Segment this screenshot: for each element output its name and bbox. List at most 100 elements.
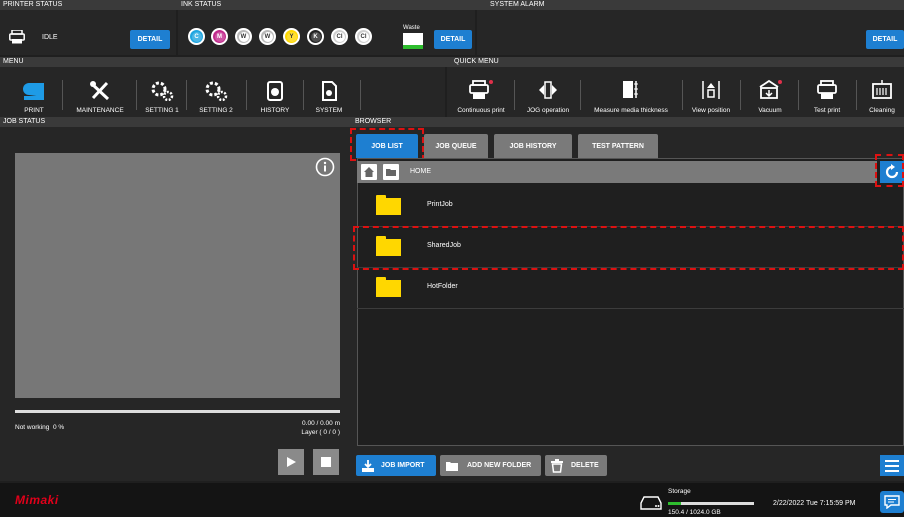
datetime: 2/22/2022 Tue 7:15:59 PM bbox=[773, 500, 856, 507]
play-icon bbox=[287, 457, 296, 467]
list-item-label: HotFolder bbox=[427, 283, 458, 290]
quick-item-label: JOG operation bbox=[526, 107, 570, 114]
ink-letter: C bbox=[191, 31, 202, 42]
menu-item-label: SYSTEM bbox=[315, 107, 343, 114]
open-folder-icon bbox=[386, 169, 396, 176]
quick-test-print[interactable]: Test print bbox=[802, 72, 852, 114]
storage-bar bbox=[668, 502, 754, 505]
chat-bubble-icon bbox=[884, 495, 900, 509]
system-alarm-panel bbox=[477, 10, 904, 55]
job-import-button[interactable]: JOB IMPORT bbox=[356, 455, 436, 476]
parent-folder-button[interactable] bbox=[383, 164, 399, 180]
storage-fill bbox=[668, 502, 681, 505]
menu-divider bbox=[303, 80, 304, 110]
quick-continuous-print[interactable]: Continuous print bbox=[449, 72, 513, 114]
add-new-folder-label: ADD NEW FOLDER bbox=[467, 462, 532, 469]
menu-item-label: SETTING 1 bbox=[145, 107, 179, 114]
quick-item-label: Vacuum bbox=[758, 107, 782, 114]
quick-item-label: Measure media thickness bbox=[594, 107, 668, 114]
gears-icon bbox=[205, 81, 228, 101]
browser-header bbox=[352, 117, 904, 127]
system-alarm-label: SYSTEM ALARM bbox=[490, 1, 545, 8]
ink-indicator-7: Cl bbox=[355, 28, 372, 45]
vacuum-icon bbox=[759, 79, 782, 99]
ink-letter: K bbox=[310, 31, 321, 42]
mimaki-logo: Mimaki bbox=[15, 493, 59, 507]
menu-print[interactable]: PRINT bbox=[8, 72, 60, 114]
media-thickness-icon bbox=[623, 81, 638, 98]
tab-highlight bbox=[350, 128, 424, 161]
system-document-gear-icon bbox=[322, 81, 337, 101]
list-item-label: PrintJob bbox=[427, 201, 453, 208]
ink-letter: Cl bbox=[334, 31, 345, 42]
jog-arrows-icon bbox=[539, 81, 557, 99]
menu-label: MENU bbox=[3, 58, 24, 65]
quick-divider bbox=[682, 80, 683, 110]
quick-item-label: View position bbox=[691, 107, 731, 114]
quick-divider bbox=[856, 80, 857, 110]
list-menu-button[interactable] bbox=[880, 455, 904, 476]
play-button[interactable] bbox=[278, 449, 304, 475]
quick-cleaning[interactable]: Cleaning bbox=[860, 72, 904, 114]
quick-divider bbox=[514, 80, 515, 110]
job-state-text: Not working 0 % bbox=[15, 424, 64, 431]
printer-status-label: PRINTER STATUS bbox=[3, 1, 63, 8]
menu-history[interactable]: HISTORY bbox=[250, 72, 300, 114]
menu-maintenance[interactable]: MAINTENANCE bbox=[66, 72, 134, 114]
ink-indicator-4: Y bbox=[283, 28, 300, 45]
menu-item-label: MAINTENANCE bbox=[76, 107, 124, 114]
add-new-folder-button[interactable]: ADD NEW FOLDER bbox=[440, 455, 541, 476]
folder-icon bbox=[376, 277, 401, 297]
ink-indicator-6: Cl bbox=[331, 28, 348, 45]
alarm-detail-button[interactable]: DETAIL bbox=[866, 30, 904, 49]
menu-divider bbox=[186, 80, 187, 110]
job-status-header bbox=[0, 117, 352, 127]
menu-system[interactable]: SYSTEM bbox=[307, 72, 351, 114]
ink-letter: Cl bbox=[358, 31, 369, 42]
quick-item-label: Continuous print bbox=[457, 107, 505, 114]
message-button[interactable] bbox=[880, 491, 904, 513]
list-item[interactable]: PrintJob bbox=[357, 187, 904, 227]
quick-measure-media-thickness[interactable]: Measure media thickness bbox=[584, 72, 678, 114]
list-item[interactable]: HotFolder bbox=[357, 269, 904, 309]
job-status-label: JOB STATUS bbox=[3, 118, 46, 125]
stop-button[interactable] bbox=[313, 449, 339, 475]
tab-job-history[interactable]: JOB HISTORY bbox=[494, 134, 572, 158]
ink-indicator-3: W bbox=[259, 28, 276, 45]
breadcrumb bbox=[357, 161, 877, 183]
home-button[interactable] bbox=[361, 164, 377, 180]
printer-detail-button[interactable]: DETAIL bbox=[130, 30, 170, 49]
browser-label: BROWSER bbox=[355, 118, 392, 125]
new-folder-icon bbox=[446, 461, 458, 471]
job-preview-area bbox=[15, 153, 340, 398]
quick-item-label: Cleaning bbox=[869, 107, 895, 114]
quick-vacuum[interactable]: Vacuum bbox=[744, 72, 796, 114]
delete-button[interactable]: DELETE bbox=[545, 455, 607, 476]
menu-item-label: PRINT bbox=[24, 107, 44, 114]
menu-setting-1[interactable]: SETTING 1 bbox=[140, 72, 184, 114]
row-highlight bbox=[353, 226, 904, 270]
ink-indicator-0: C bbox=[188, 28, 205, 45]
ink-letter: W bbox=[262, 31, 273, 42]
job-state: Not working bbox=[15, 424, 50, 431]
trash-icon bbox=[551, 458, 563, 473]
ink-detail-button[interactable]: DETAIL bbox=[434, 30, 472, 49]
quick-divider bbox=[580, 80, 581, 110]
quick-view-position[interactable]: View position bbox=[686, 72, 736, 114]
history-clock-icon bbox=[267, 81, 283, 101]
test-print-icon bbox=[817, 80, 837, 99]
menu-setting-2[interactable]: SETTING 2 bbox=[190, 72, 242, 114]
printer-icon bbox=[9, 30, 25, 44]
home-icon bbox=[364, 167, 374, 177]
tab-test-pattern[interactable]: TEST PATTERN bbox=[578, 134, 658, 158]
tab-job-queue[interactable]: JOB QUEUE bbox=[424, 134, 488, 158]
menu-divider bbox=[62, 80, 63, 110]
quick-item-label: Test print bbox=[813, 107, 841, 114]
ink-letter: Y bbox=[286, 31, 297, 42]
quick-jog-operation[interactable]: JOG operation bbox=[518, 72, 578, 114]
quick-divider bbox=[740, 80, 741, 110]
job-layer-text: Layer ( 0 / 0 ) bbox=[301, 429, 340, 436]
info-icon[interactable] bbox=[315, 157, 335, 177]
continuous-print-icon bbox=[469, 80, 493, 99]
folder-icon bbox=[376, 195, 401, 215]
